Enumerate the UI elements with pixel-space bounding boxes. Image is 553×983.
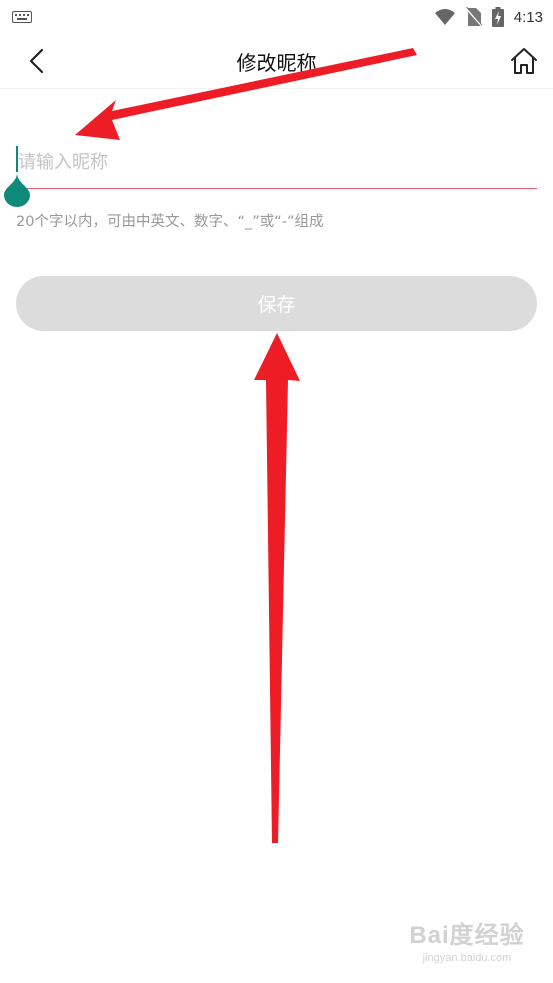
- text-cursor: [16, 146, 18, 172]
- nickname-hint: 20个字以内，可由中英文、数字、“_”或“-”组成: [16, 214, 324, 230]
- back-button[interactable]: [24, 46, 54, 76]
- cursor-handle-icon[interactable]: [4, 173, 30, 207]
- save-button[interactable]: 保存: [16, 276, 537, 331]
- chevron-left-icon: [29, 48, 44, 74]
- home-icon: [511, 48, 537, 74]
- baidu-watermark: Bai度经验 jingyan.baidu.com: [407, 915, 527, 971]
- status-bar: 4:13: [0, 0, 553, 34]
- watermark-url: jingyan.baidu.com: [422, 952, 512, 964]
- home-button[interactable]: [509, 46, 539, 76]
- nickname-input[interactable]: [16, 142, 539, 182]
- top-nav-bar: 修改昵称: [0, 34, 553, 89]
- arrow-to-save: [254, 333, 300, 843]
- wifi-icon: [434, 9, 455, 25]
- battery-charging-icon: [491, 7, 504, 27]
- page-title: 修改昵称: [236, 50, 317, 75]
- watermark-brand: Bai度经验: [409, 922, 525, 949]
- status-time: 4:13: [513, 8, 543, 26]
- no-sim-icon: [465, 7, 482, 27]
- keyboard-icon: [12, 11, 32, 23]
- nickname-field[interactable]: [4, 142, 539, 207]
